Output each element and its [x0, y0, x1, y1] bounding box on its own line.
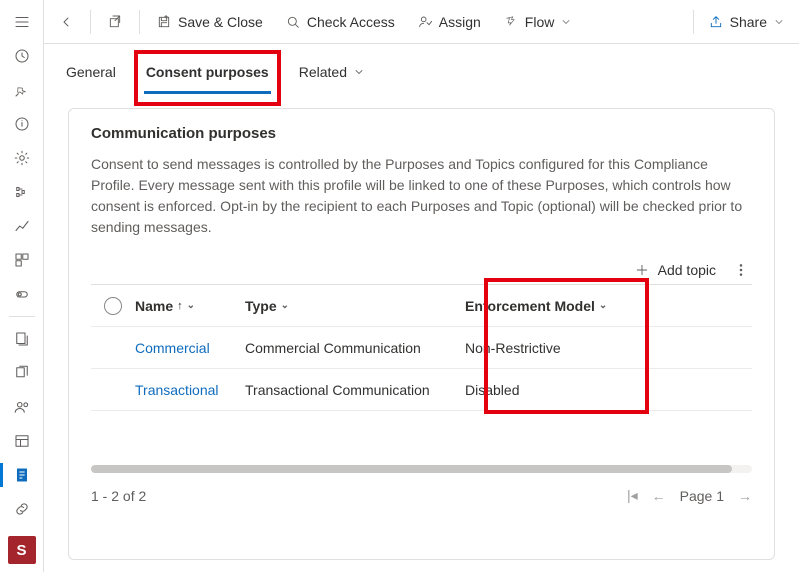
sort-asc-icon: ↑: [177, 300, 183, 312]
info-icon[interactable]: [4, 108, 40, 140]
purposes-grid: Name ↑ ⌄ Type ⌄ Enforcement Model ⌄ Comm…: [91, 284, 752, 411]
template-icon[interactable]: [4, 323, 40, 355]
app-badge[interactable]: S: [8, 536, 36, 564]
grid-icon[interactable]: [4, 244, 40, 276]
grid-header-row: Name ↑ ⌄ Type ⌄ Enforcement Model ⌄: [91, 285, 752, 327]
left-icon-rail: S: [0, 0, 44, 572]
table-action-bar: Add topic: [91, 262, 752, 278]
card-title: Communication purposes: [91, 125, 752, 142]
cmd-separator: [139, 10, 140, 34]
row-enforcement: Disabled: [465, 382, 752, 398]
pager: |◂ ← Page 1 →: [627, 487, 752, 504]
table-row[interactable]: Transactional Transactional Communicatio…: [91, 369, 752, 411]
chart-icon[interactable]: [4, 210, 40, 242]
save-close-label: Save & Close: [178, 14, 263, 30]
save-close-button[interactable]: Save & Close: [146, 5, 273, 39]
column-name-label: Name: [135, 298, 173, 314]
column-enforcement-label: Enforcement Model: [465, 298, 595, 314]
flow-button[interactable]: Flow: [493, 5, 583, 39]
card-description: Consent to send messages is controlled b…: [91, 154, 752, 238]
check-access-label: Check Access: [307, 14, 395, 30]
clock-icon[interactable]: [4, 40, 40, 72]
assign-label: Assign: [439, 14, 481, 30]
open-new-button[interactable]: [97, 5, 133, 39]
tab-related[interactable]: Related: [297, 58, 367, 86]
row-type: Transactional Communication: [245, 382, 465, 398]
chevron-down-icon: ⌄: [281, 300, 289, 311]
assign-button[interactable]: Assign: [407, 5, 491, 39]
back-button[interactable]: [48, 5, 84, 39]
tab-consent-purposes[interactable]: Consent purposes: [144, 58, 271, 86]
pager-page-label: Page 1: [680, 488, 724, 504]
table-wrap: Name ↑ ⌄ Type ⌄ Enforcement Model ⌄ Comm…: [91, 284, 752, 541]
form-icon[interactable]: [4, 459, 40, 491]
column-enforcement[interactable]: Enforcement Model ⌄: [465, 298, 752, 314]
pin-icon[interactable]: [4, 74, 40, 106]
add-topic-label: Add topic: [658, 262, 716, 278]
row-enforcement: Non-Restrictive: [465, 340, 752, 356]
gear-icon[interactable]: [4, 142, 40, 174]
row-type: Commercial Communication: [245, 340, 465, 356]
command-bar: Save & Close Check Access Assign Flow Sh…: [44, 0, 799, 44]
select-all-checkbox[interactable]: [91, 297, 135, 315]
pager-first-icon: |◂: [627, 487, 638, 504]
consent-tab-highlight: Consent purposes: [134, 50, 281, 106]
grid-footer: 1 - 2 of 2 |◂ ← Page 1 →: [91, 487, 752, 504]
add-topic-button[interactable]: Add topic: [634, 262, 716, 278]
pager-next-icon: →: [738, 488, 752, 504]
column-name[interactable]: Name ↑ ⌄: [135, 298, 245, 314]
record-range: 1 - 2 of 2: [91, 488, 146, 504]
cmd-separator: [693, 10, 694, 34]
column-type[interactable]: Type ⌄: [245, 298, 465, 314]
table-row[interactable]: Commercial Commercial Communication Non-…: [91, 327, 752, 369]
share-label: Share: [730, 14, 767, 30]
communication-purposes-card: Communication purposes Consent to send m…: [68, 108, 775, 560]
link-icon[interactable]: [4, 493, 40, 525]
chevron-down-icon: ⌄: [599, 300, 607, 311]
tab-related-label: Related: [299, 64, 347, 80]
rail-divider: [9, 316, 35, 317]
toggle-icon[interactable]: [4, 278, 40, 310]
content-area: Communication purposes Consent to send m…: [44, 100, 799, 572]
pager-prev-icon: ←: [652, 488, 666, 504]
check-access-button[interactable]: Check Access: [275, 5, 405, 39]
tab-bar: General Consent purposes Related: [44, 44, 799, 100]
column-type-label: Type: [245, 298, 277, 314]
copy-icon[interactable]: [4, 357, 40, 389]
more-actions-button[interactable]: [730, 262, 752, 278]
share-button[interactable]: Share: [698, 5, 795, 39]
cmd-separator: [90, 10, 91, 34]
chevron-down-icon: ⌄: [187, 300, 195, 311]
tab-general[interactable]: General: [64, 58, 118, 86]
people-icon[interactable]: [4, 391, 40, 423]
main-area: Save & Close Check Access Assign Flow Sh…: [44, 0, 799, 572]
row-name-link[interactable]: Transactional: [135, 382, 219, 398]
journey-icon[interactable]: [4, 176, 40, 208]
horizontal-scrollbar[interactable]: [91, 465, 752, 473]
flow-label: Flow: [525, 14, 555, 30]
hamburger-icon[interactable]: [4, 6, 40, 38]
layout-icon[interactable]: [4, 425, 40, 457]
row-name-link[interactable]: Commercial: [135, 340, 210, 356]
